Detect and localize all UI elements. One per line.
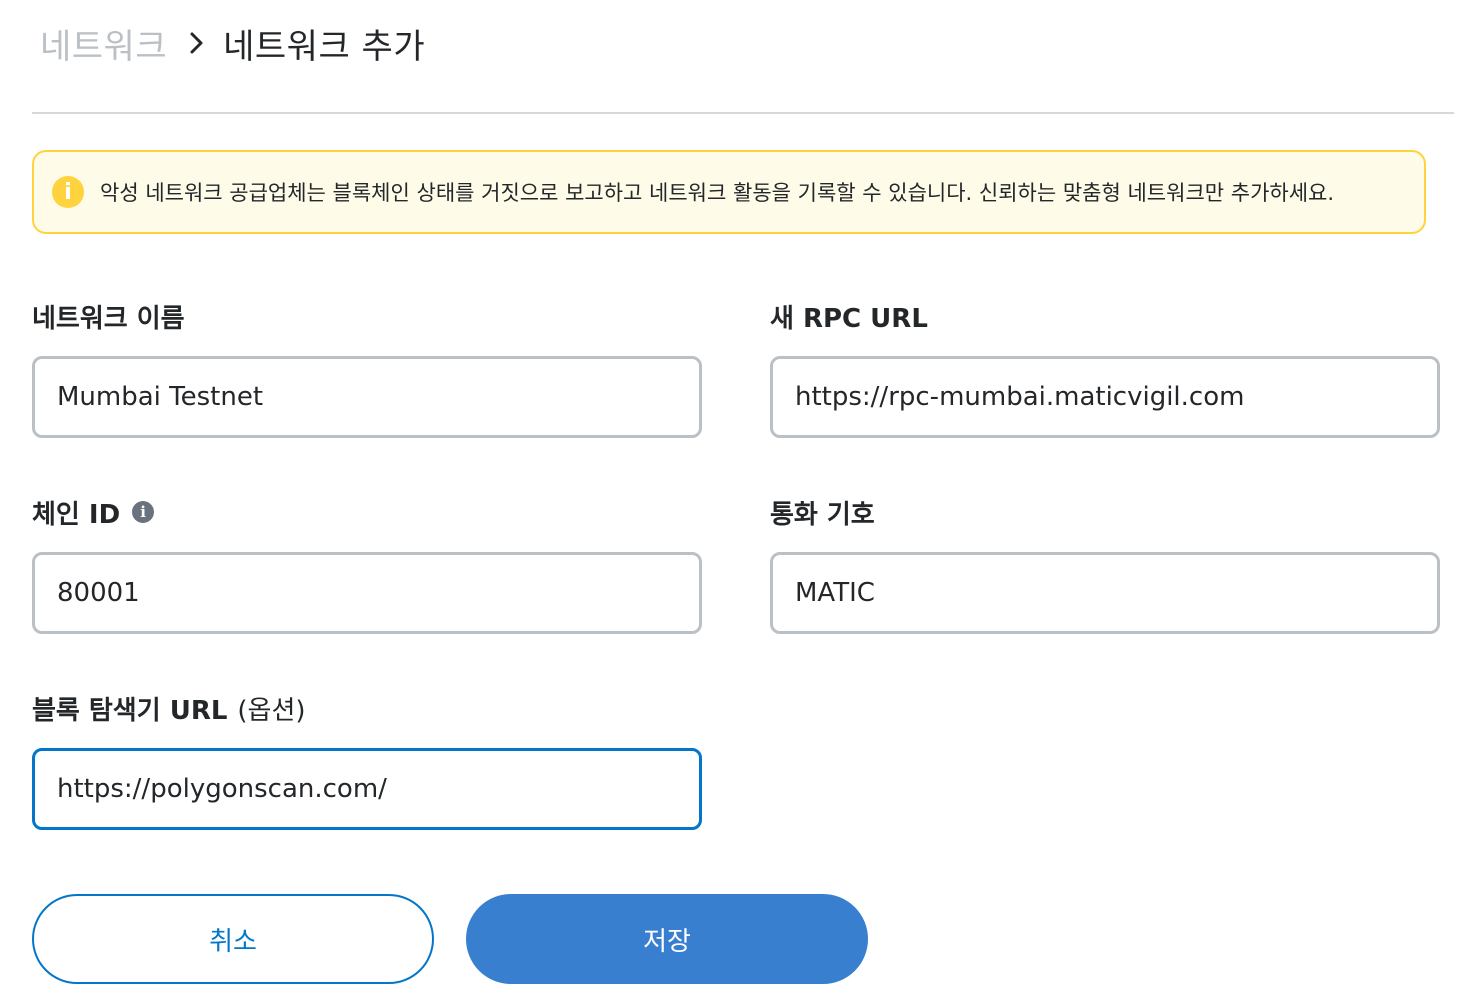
warning-banner: i 악성 네트워크 공급업체는 블록체인 상태를 거짓으로 보고하고 네트워크 …: [32, 150, 1426, 234]
optional-label: (옵션): [237, 695, 306, 726]
chain-id-field: 체인 ID i: [32, 492, 702, 634]
rpc-url-field: 새 RPC URL: [770, 296, 1440, 438]
add-network-page: 네트워크 네트워크 추가 i 악성 네트워크 공급업체는 블록체인 상태를 거짓…: [0, 0, 1482, 1006]
network-name-field: 네트워크 이름: [32, 296, 702, 438]
rpc-url-input[interactable]: [770, 356, 1440, 438]
info-icon[interactable]: i: [132, 501, 155, 523]
chevron-right-icon: [189, 31, 205, 55]
block-explorer-input[interactable]: [32, 748, 702, 830]
save-button[interactable]: 저장: [466, 894, 868, 984]
breadcrumb-networks-link[interactable]: 네트워크: [40, 19, 167, 68]
header-divider: [32, 112, 1454, 114]
block-explorer-field: 블록 탐색기 URL (옵션): [32, 688, 702, 830]
chain-id-label: 체인 ID: [32, 499, 121, 530]
network-name-label: 네트워크 이름: [32, 303, 185, 334]
block-explorer-label: 블록 탐색기 URL: [32, 695, 228, 726]
page-title: 네트워크 추가: [223, 26, 426, 67]
currency-symbol-input[interactable]: [770, 552, 1440, 634]
chain-id-input[interactable]: [32, 552, 702, 634]
cancel-button[interactable]: 취소: [32, 894, 434, 984]
info-circle-icon: i: [52, 176, 84, 208]
breadcrumb: 네트워크 네트워크 추가: [40, 18, 425, 68]
block-explorer-label-row: 블록 탐색기 URL (옵션): [32, 688, 702, 728]
currency-symbol-label: 통화 기호: [770, 499, 875, 530]
chain-id-label-row: 체인 ID i: [32, 492, 702, 532]
rpc-url-label: 새 RPC URL: [770, 303, 928, 334]
network-name-input[interactable]: [32, 356, 702, 438]
currency-symbol-field: 통화 기호: [770, 492, 1440, 634]
warning-text: 악성 네트워크 공급업체는 블록체인 상태를 거짓으로 보고하고 네트워크 활동…: [100, 181, 1335, 205]
